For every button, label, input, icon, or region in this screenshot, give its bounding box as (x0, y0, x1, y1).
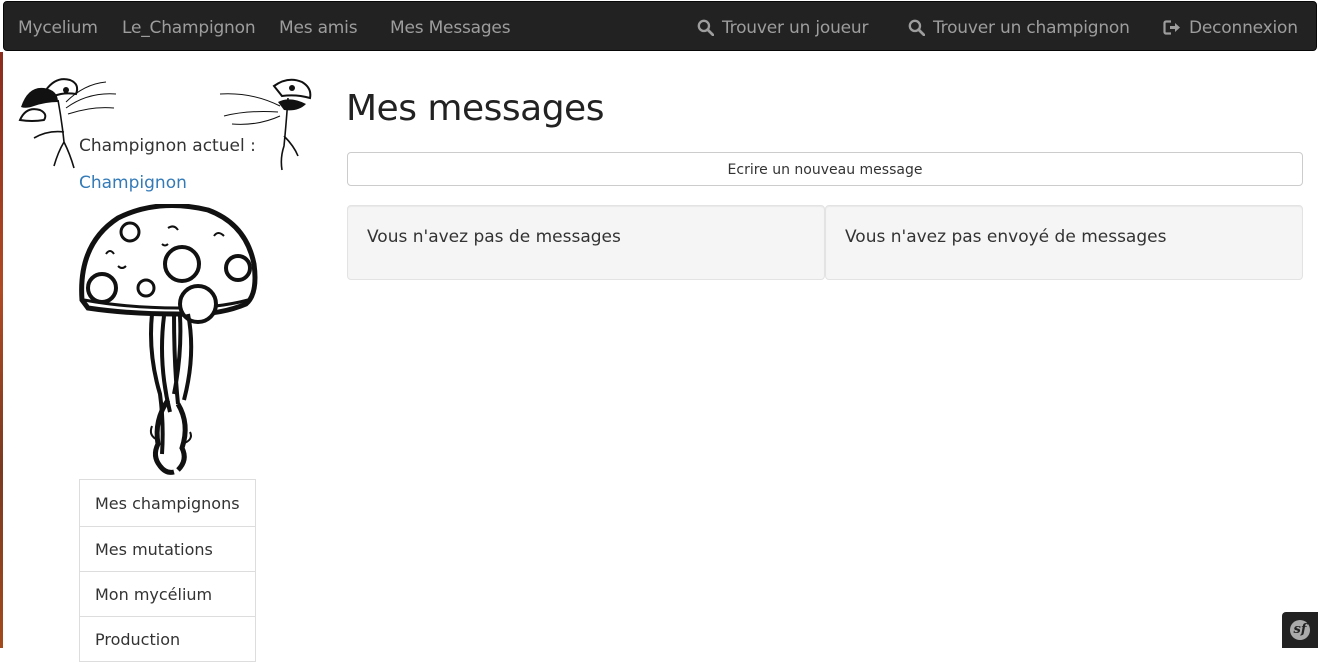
left-edge-strip (0, 52, 3, 648)
debug-toolbar-toggle[interactable]: sf (1282, 612, 1318, 648)
sent-messages-panel: Vous n'avez pas envoyé de messages (825, 205, 1303, 280)
sidebar-item-production[interactable]: Production (79, 616, 256, 662)
mushroom-illustration-icon (79, 204, 258, 475)
received-messages-panel: Vous n'avez pas de messages (347, 205, 825, 280)
nav-link-le-champignon[interactable]: Le_Champignon (122, 2, 256, 52)
search-icon (697, 19, 715, 37)
top-navbar: Mycelium Le_Champignon Mes amis Mes Mess… (3, 1, 1317, 51)
nav-link-mes-messages[interactable]: Mes Messages (390, 2, 511, 52)
find-player-label: Trouver un joueur (722, 18, 869, 38)
current-mushroom-label: Champignon actuel : (79, 136, 256, 156)
symfony-logo-icon: sf (1290, 620, 1310, 640)
sent-empty-text: Vous n'avez pas envoyé de messages (845, 227, 1167, 247)
decorative-mushroom-right-icon (219, 78, 312, 171)
new-message-button[interactable]: Ecrire un nouveau message (347, 152, 1303, 186)
brand-link[interactable]: Mycelium (18, 2, 98, 52)
sidebar-item-mes-champignons[interactable]: Mes champignons (79, 479, 256, 527)
find-player-link[interactable]: Trouver un joueur (697, 2, 868, 52)
current-mushroom-link[interactable]: Champignon (79, 173, 187, 193)
nav-link-mes-amis[interactable]: Mes amis (279, 2, 358, 52)
sidebar-menu: Mes champignons Mes mutations Mon mycéli… (79, 479, 256, 662)
find-mushroom-link[interactable]: Trouver un champignon (908, 2, 1130, 52)
logout-label: Deconnexion (1189, 18, 1298, 38)
logout-icon (1163, 20, 1180, 35)
find-mushroom-label: Trouver un champignon (933, 18, 1130, 38)
sidebar-item-mes-mutations[interactable]: Mes mutations (79, 526, 256, 572)
received-empty-text: Vous n'avez pas de messages (367, 227, 621, 247)
sidebar-item-mon-mycelium[interactable]: Mon mycélium (79, 571, 256, 617)
decorative-mushroom-left-icon (18, 78, 117, 169)
page-title: Mes messages (346, 88, 604, 129)
logout-link[interactable]: Deconnexion (1163, 2, 1298, 52)
search-icon (908, 19, 926, 37)
